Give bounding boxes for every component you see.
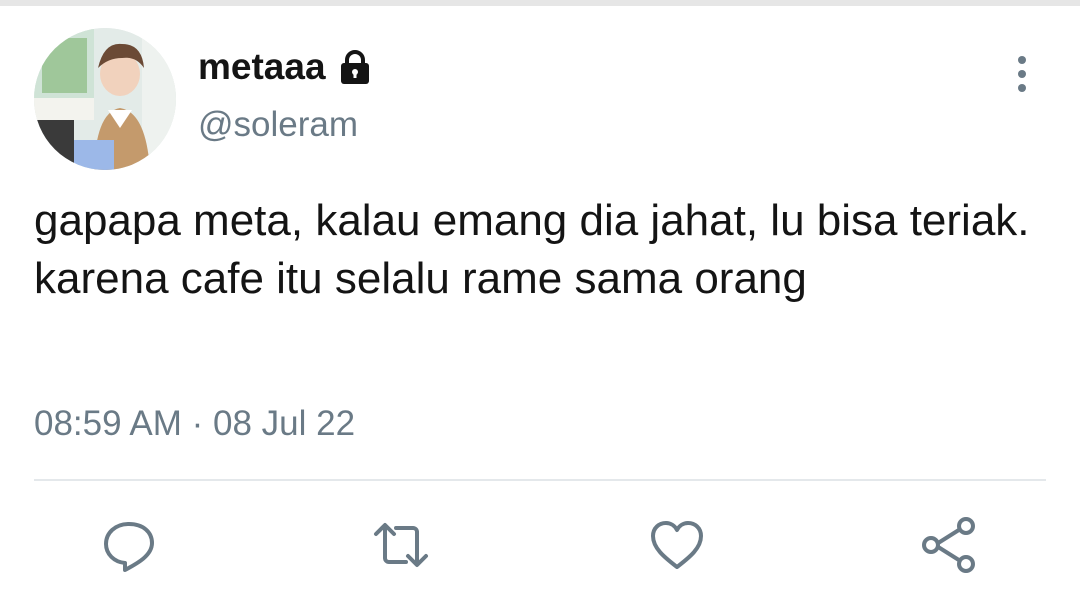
retweet-icon (374, 523, 428, 567)
retweet-button[interactable] (370, 514, 432, 576)
user-handle[interactable]: @soleram (198, 105, 358, 145)
reply-icon (104, 522, 154, 572)
share-icon (922, 517, 975, 573)
reply-button[interactable] (98, 514, 160, 576)
share-button[interactable] (918, 514, 980, 576)
avatar-image (34, 28, 176, 170)
tweet-detail-screen: metaaa @soleram gapapa meta, kalau emang… (0, 0, 1080, 610)
display-name[interactable]: metaaa (198, 46, 326, 88)
like-button[interactable] (646, 514, 708, 576)
lock-icon (336, 48, 374, 86)
more-vertical-icon[interactable] (1004, 52, 1040, 96)
display-name-row: metaaa (198, 42, 374, 92)
heart-icon (651, 521, 703, 569)
actions-divider (34, 479, 1046, 481)
tweet-timestamp[interactable]: 08:59 AM · 08 Jul 22 (34, 404, 355, 444)
top-divider (0, 0, 1080, 6)
tweet-text: gapapa meta, kalau emang dia jahat, lu b… (34, 196, 1030, 303)
avatar[interactable] (34, 28, 176, 170)
